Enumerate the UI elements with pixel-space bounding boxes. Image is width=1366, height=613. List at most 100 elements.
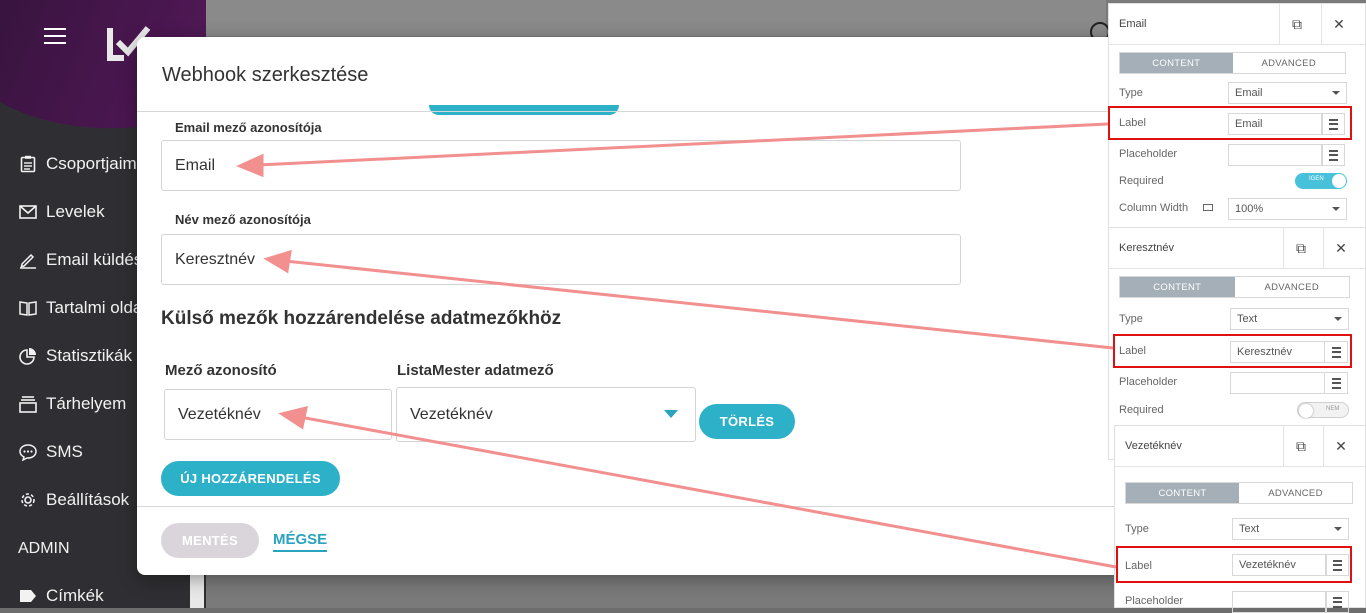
email-field-input[interactable]: Email xyxy=(161,140,961,191)
sidebar-item-label: Tárhelyem xyxy=(46,394,127,413)
dialog-footer-divider xyxy=(137,506,1137,507)
sidebar-admin-heading: ADMIN xyxy=(18,540,70,557)
toggle-knob xyxy=(1332,174,1346,188)
panel-title: Vezetéknév xyxy=(1125,440,1182,452)
placeholder-label: Placeholder xyxy=(1119,148,1178,160)
placeholder-input[interactable] xyxy=(1228,144,1323,166)
dialog-header-divider xyxy=(137,111,1137,112)
list-field-column-header: ListaMester adatmező xyxy=(397,362,554,379)
panel-title: Keresztnév xyxy=(1119,242,1175,254)
type-value: Text xyxy=(1239,523,1260,535)
highlight-box xyxy=(1116,546,1352,583)
panel-tabs: CONTENT ADVANCED xyxy=(1119,276,1350,298)
book-icon xyxy=(18,298,38,318)
gear-icon xyxy=(18,490,38,510)
panel-header: Vezetéknév ⧉ ✕ xyxy=(1115,426,1365,467)
name-field-label: Név mező azonosítója xyxy=(175,212,311,227)
tag-icon xyxy=(18,586,38,606)
duplicate-icon[interactable]: ⧉ xyxy=(1283,426,1318,466)
storage-icon xyxy=(18,394,38,414)
caret-down-icon xyxy=(1334,317,1342,321)
column-width-value: 100% xyxy=(1235,203,1264,215)
placeholder-input[interactable] xyxy=(1230,372,1325,394)
sidebar-item-email-send[interactable]: Email küldés xyxy=(18,248,142,272)
tab-advanced[interactable]: ADVANCED xyxy=(1239,483,1352,503)
dynamic-tags-icon[interactable] xyxy=(1324,372,1348,394)
save-button[interactable]: MENTÉS xyxy=(161,523,259,558)
menu-icon[interactable] xyxy=(44,28,66,44)
type-select[interactable]: Text xyxy=(1230,308,1349,330)
tab-advanced[interactable]: ADVANCED xyxy=(1233,53,1346,73)
panel-tabs: CONTENT ADVANCED xyxy=(1119,52,1346,74)
pie-chart-icon xyxy=(18,346,38,366)
duplicate-icon[interactable]: ⧉ xyxy=(1283,228,1318,268)
tab-content[interactable]: CONTENT xyxy=(1120,53,1233,73)
scrolled-button-edge[interactable] xyxy=(429,105,619,115)
tab-advanced[interactable]: ADVANCED xyxy=(1235,277,1350,297)
name-field-value: Keresztnév xyxy=(175,250,256,268)
sidebar-item-settings[interactable]: Beállítások xyxy=(18,488,129,512)
panel-header: Keresztnév ⧉ ✕ xyxy=(1109,228,1365,269)
sidebar-item-tags[interactable]: Címkék xyxy=(18,584,104,608)
mapping-list-field-value: Vezetéknév xyxy=(410,405,493,423)
highlight-box xyxy=(1108,106,1352,140)
sidebar-item-label: Címkék xyxy=(46,586,104,605)
column-width-select[interactable]: 100% xyxy=(1228,198,1347,220)
dialog-title: Webhook szerkesztése xyxy=(162,64,369,86)
chevron-down-icon xyxy=(664,410,678,418)
sidebar-item-groups[interactable]: Csoportjaim xyxy=(18,152,137,176)
cancel-button[interactable]: MÉGSE xyxy=(273,531,328,552)
delete-mapping-button[interactable]: TÖRLÉS xyxy=(699,404,795,439)
caret-down-icon xyxy=(1332,207,1340,211)
sidebar-item-label: SMS xyxy=(46,442,83,461)
mapping-field-id-input[interactable]: Vezetéknév xyxy=(164,389,392,440)
dynamic-tags-icon[interactable] xyxy=(1325,591,1349,613)
mapping-list-field-select[interactable]: Vezetéknév xyxy=(396,387,696,442)
type-value: Text xyxy=(1237,313,1258,325)
required-label: Required xyxy=(1119,175,1164,187)
required-state: NEM xyxy=(1326,406,1340,412)
type-select[interactable]: Text xyxy=(1232,518,1349,540)
new-mapping-button[interactable]: ÚJ HOZZÁRENDELÉS xyxy=(161,461,340,496)
highlight-box xyxy=(1113,334,1352,368)
close-icon[interactable]: ✕ xyxy=(1321,4,1356,44)
chat-icon xyxy=(18,442,38,462)
clipboard-icon xyxy=(18,154,38,174)
app-topbar xyxy=(206,0,1106,36)
required-state: IGEN xyxy=(1309,176,1324,182)
sidebar-item-statistics[interactable]: Statisztikák xyxy=(18,344,132,368)
caret-down-icon xyxy=(1334,527,1342,531)
tab-content[interactable]: CONTENT xyxy=(1126,483,1239,503)
email-field-label: Email mező azonosítója xyxy=(175,120,322,135)
panel-title: Email xyxy=(1119,18,1147,30)
sidebar-item-label: Email küldés xyxy=(46,250,143,269)
desktop-icon xyxy=(1203,204,1213,211)
close-icon[interactable]: ✕ xyxy=(1323,426,1358,466)
column-width-label: Column Width xyxy=(1119,202,1189,214)
close-icon[interactable]: ✕ xyxy=(1323,228,1358,268)
panel-tabs: CONTENT ADVANCED xyxy=(1125,482,1353,504)
name-field-input[interactable]: Keresztnév xyxy=(161,234,961,285)
panel-header: Email ⧉ ✕ xyxy=(1109,4,1365,45)
sidebar-item-letters[interactable]: Levelek xyxy=(18,200,105,224)
duplicate-icon[interactable]: ⧉ xyxy=(1279,4,1314,44)
type-select[interactable]: Email xyxy=(1228,82,1347,104)
type-label: Type xyxy=(1119,87,1143,99)
email-field-value: Email xyxy=(175,156,216,174)
required-toggle[interactable]: NEM xyxy=(1297,402,1349,418)
webhook-edit-dialog: Webhook szerkesztése Email mező azonosít… xyxy=(137,37,1137,575)
sidebar-scrollbar[interactable] xyxy=(190,575,204,608)
toggle-knob xyxy=(1299,404,1313,418)
required-label: Required xyxy=(1119,404,1164,416)
dynamic-tags-icon[interactable] xyxy=(1321,144,1345,166)
sidebar-item-sms[interactable]: SMS xyxy=(18,440,83,464)
sidebar-item-label: Levelek xyxy=(46,202,105,221)
pencil-icon xyxy=(18,250,38,270)
required-toggle[interactable]: IGEN xyxy=(1295,173,1347,189)
tab-content[interactable]: CONTENT xyxy=(1120,277,1235,297)
sidebar-item-label: Csoportjaim xyxy=(46,154,137,173)
placeholder-input[interactable] xyxy=(1232,591,1327,613)
sidebar-item-storage[interactable]: Tárhelyem xyxy=(18,392,126,416)
sidebar-item-label: Statisztikák xyxy=(46,346,132,365)
caret-down-icon xyxy=(1332,91,1340,95)
